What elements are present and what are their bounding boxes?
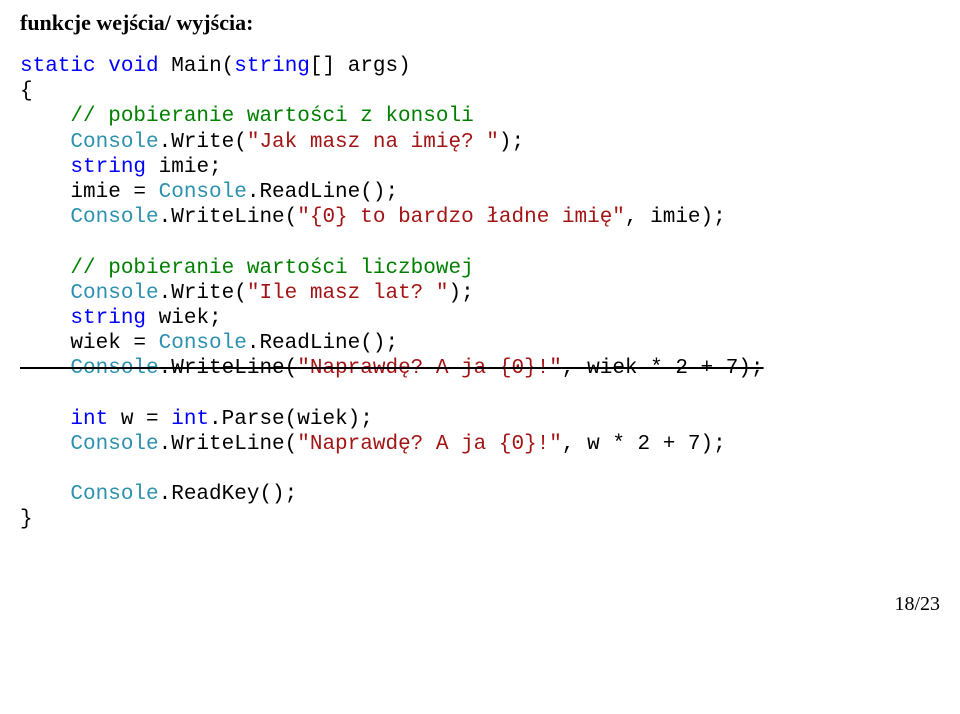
kw-string: string (234, 55, 310, 78)
comment: // pobieranie wartości z konsoli (20, 105, 474, 128)
kw-static: static (20, 55, 96, 78)
code-text: , imie); (625, 206, 726, 229)
code-text: w = (108, 408, 171, 431)
code-text: .ReadLine(); (247, 332, 398, 355)
code-text: .ReadLine(); (247, 181, 398, 204)
kw-string: string (20, 156, 146, 179)
string-literal: "Naprawdę? A ja {0}!" (297, 433, 562, 456)
section-heading: funkcje wejścia/ wyjścia: (20, 10, 940, 36)
string-literal: "Jak masz na imię? " (247, 131, 499, 154)
type-console: Console (20, 206, 159, 229)
struck-line: Console.WriteLine("Naprawdę? A ja {0}!",… (20, 357, 764, 380)
type-console: Console (20, 131, 159, 154)
code-text: Main( (159, 55, 235, 78)
code-text: .WriteLine( (159, 357, 298, 380)
string-literal: "Ile masz lat? " (247, 282, 449, 305)
blank-line (20, 382, 33, 405)
code-text: [] args) (310, 55, 411, 78)
code-text: .Write( (159, 131, 247, 154)
code-text: .WriteLine( (159, 206, 298, 229)
comment: // pobieranie wartości liczbowej (20, 257, 474, 280)
code-text: wiek; (146, 307, 222, 330)
code-text: imie = (20, 181, 159, 204)
type-console: Console (20, 357, 159, 380)
code-block: static void Main(string[] args) { // pob… (20, 54, 940, 533)
string-literal: "{0} to bardzo ładne imię" (297, 206, 625, 229)
kw-void: void (108, 55, 158, 78)
code-text: , wiek * 2 + 7); (562, 357, 764, 380)
blank-line (20, 458, 33, 481)
page-number: 18/23 (20, 593, 940, 616)
code-text: } (20, 508, 33, 531)
code-text: .Write( (159, 282, 247, 305)
blank-line (20, 231, 33, 254)
kw-int: int (171, 408, 209, 431)
type-console: Console (159, 332, 247, 355)
code-text: imie; (146, 156, 222, 179)
type-console: Console (159, 181, 247, 204)
code-text: .ReadKey(); (159, 483, 298, 506)
code-text: .WriteLine( (159, 433, 298, 456)
kw-string: string (20, 307, 146, 330)
code-text: wiek = (20, 332, 159, 355)
type-console: Console (20, 483, 159, 506)
code-text: .Parse(wiek); (209, 408, 373, 431)
string-literal: "Naprawdę? A ja {0}!" (297, 357, 562, 380)
type-console: Console (20, 282, 159, 305)
type-console: Console (20, 433, 159, 456)
code-text: { (20, 80, 33, 103)
code-text: ); (448, 282, 473, 305)
code-text: , w * 2 + 7); (562, 433, 726, 456)
code-text: ); (499, 131, 524, 154)
kw-int: int (20, 408, 108, 431)
